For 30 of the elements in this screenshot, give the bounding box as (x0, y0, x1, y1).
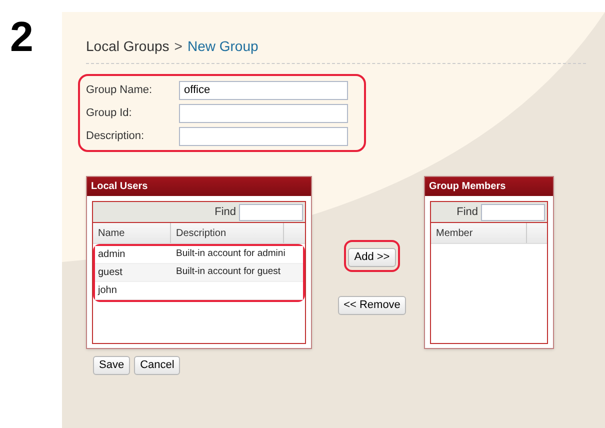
find-field[interactable] (481, 204, 545, 220)
find-label: Find (214, 204, 236, 220)
find-field[interactable] (239, 204, 303, 220)
table-cell-text: Built-in account for guest (175, 265, 281, 280)
page-title: New Group (187, 37, 258, 56)
field-label: Group Name: (86, 82, 154, 98)
field-label: Group Id: (86, 106, 133, 121)
field-label: Description: (86, 128, 146, 144)
remove-button[interactable]: << Remove (338, 296, 406, 315)
breadcrumb-separator: > (174, 37, 182, 56)
action-button[interactable]: Save (93, 356, 130, 375)
action-button[interactable]: Cancel (134, 356, 180, 375)
table-cell-text: john (96, 284, 118, 298)
table-row[interactable]: admin Built-in account for admini (95, 246, 303, 264)
table-row[interactable]: guest Built-in account for guest (95, 264, 303, 282)
panel-title: Local Users (91, 180, 148, 194)
column-header[interactable]: Name (93, 223, 171, 243)
column-header[interactable]: Member (431, 223, 527, 243)
table-cell-text: Built-in account for admini (175, 247, 286, 262)
input-field[interactable]: office (179, 80, 348, 100)
panel-title: Group Members (429, 180, 506, 194)
find-label: Find (456, 204, 478, 220)
table-cell-text: admin (97, 248, 126, 262)
table-cell-text: guest (97, 266, 124, 280)
breadcrumb-parent[interactable]: Local Groups (86, 36, 170, 57)
input-field[interactable] (179, 104, 348, 122)
step-number: 2 (10, 13, 34, 60)
add-button[interactable]: Add >> (348, 248, 396, 267)
input-field[interactable] (179, 126, 348, 146)
column-header[interactable]: Description (171, 223, 284, 243)
